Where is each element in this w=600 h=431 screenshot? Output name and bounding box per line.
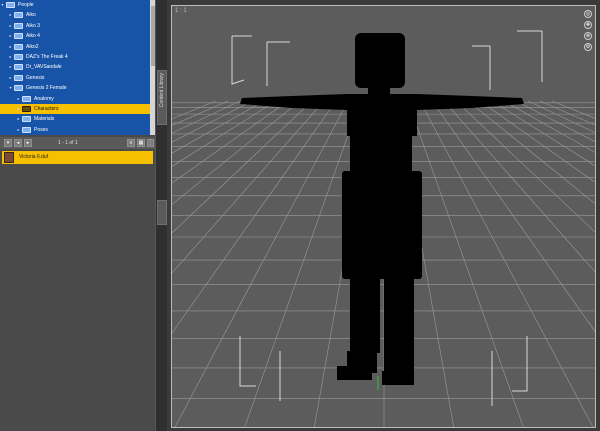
grid-view-icon[interactable]: ▦ <box>137 139 145 147</box>
viewport-scene[interactable] <box>172 6 596 428</box>
pager-bar: ▾ ◂ ▸ 1 - 1 of 1 ≡ ▦ ⋮ <box>0 137 155 149</box>
settings-icon[interactable]: ⚙ <box>584 43 592 51</box>
folder-icon <box>14 22 23 29</box>
tree-item-9[interactable]: ▸ Anatomy <box>0 94 150 104</box>
zoom-icon[interactable]: ⊕ <box>584 32 592 40</box>
tree-item-label: Aiko <box>26 12 36 19</box>
folder-icon <box>22 106 31 112</box>
folder-icon <box>14 33 23 40</box>
tree-item-4[interactable]: ▸ Aiko2 <box>0 42 150 52</box>
content-library-tree[interactable]: ▾ People ▸ Aiko ▸ Aiko 3 ▸ Aiko 4 ▸ Aiko2 ▸ DAZ's T… <box>0 0 150 135</box>
tree-item-11[interactable]: ▸ Materials <box>0 114 150 124</box>
tree-item-7[interactable]: ▸ Genesis <box>0 73 150 83</box>
tree-item-label: Materials <box>34 116 55 123</box>
tree-item-label: Anatomy <box>34 95 54 102</box>
viewport-controls: ◎ ✥ ⊕ ⚙ <box>584 10 594 60</box>
light-frame-left-bottom <box>239 336 256 387</box>
expanded-chevron-icon[interactable]: ▾ <box>8 83 13 93</box>
tree-item-label: Genesis <box>26 74 45 81</box>
back-arrow-icon[interactable]: ◂ <box>14 139 22 147</box>
file-item-name: Victoria 6.duf <box>19 154 49 160</box>
library-panel: ▾ People ▸ Aiko ▸ Aiko 3 ▸ Aiko 4 ▸ Aiko2 ▸ DAZ's T… <box>0 0 156 431</box>
tree-item-2[interactable]: ▸ Aiko 3 <box>0 21 150 31</box>
folder-icon <box>22 126 31 133</box>
tree-item-5[interactable]: ▸ DAZ's The Freak 4 <box>0 52 150 62</box>
tree-item-10[interactable]: ▸ Characters <box>0 104 150 114</box>
tree-item-3[interactable]: ▸ Aiko 4 <box>0 31 150 41</box>
folder-icon <box>14 43 23 50</box>
tree-item-label: Aiko 3 <box>26 22 40 29</box>
light-frame-left-top <box>231 36 245 85</box>
orbit-icon[interactable]: ◎ <box>584 10 592 18</box>
folder-icon <box>22 95 31 102</box>
collapsed-chevron-icon[interactable]: ▸ <box>16 104 21 114</box>
tree-item-8[interactable]: ▾ Genesis 2 Female <box>0 83 150 93</box>
pan-icon[interactable]: ✥ <box>584 21 592 29</box>
tree-item-12[interactable]: ▸ Poses <box>0 125 150 135</box>
3d-viewport[interactable]: 1 : 1 ◎ ✥ ⊕ ⚙ <box>171 5 596 428</box>
collapsed-chevron-icon[interactable]: ▸ <box>8 10 13 20</box>
tree-item-label: Characters <box>34 106 59 112</box>
tab-content-library-label: Content Library <box>159 73 165 108</box>
tab-secondary[interactable] <box>157 200 167 225</box>
tree-item-0[interactable]: ▾ People <box>0 0 150 10</box>
tree-item-label: DAZ's The Freak 4 <box>26 54 68 60</box>
menu-icon[interactable]: ⋮ <box>147 139 154 147</box>
collapsed-chevron-icon[interactable]: ▸ <box>16 125 21 135</box>
folder-icon <box>14 64 23 71</box>
collapsed-chevron-icon[interactable]: ▸ <box>16 114 21 124</box>
collapsed-chevron-icon[interactable]: ▸ <box>8 31 13 41</box>
file-item-victoria-6[interactable]: Victoria 6.duf <box>2 151 153 164</box>
collapsed-chevron-icon[interactable]: ▸ <box>8 62 13 72</box>
expanded-chevron-icon[interactable]: ▾ <box>0 0 5 10</box>
tree-item-6[interactable]: ▸ Dr_VAVSandale <box>0 62 150 72</box>
collapsed-chevron-icon[interactable]: ▸ <box>8 42 13 52</box>
folder-icon <box>14 85 23 92</box>
folder-icon <box>14 54 23 60</box>
folder-icon <box>6 2 15 8</box>
figure-thumbnail <box>4 152 14 163</box>
tab-content-library[interactable]: Content Library <box>157 70 167 125</box>
light-frame-right-bottom-cap <box>512 336 528 392</box>
figure-silhouette <box>240 33 524 385</box>
list-view-icon[interactable]: ≡ <box>127 139 135 147</box>
folder-icon <box>14 12 23 19</box>
side-tab-strip: Content Library <box>155 0 167 431</box>
tree-item-1[interactable]: ▸ Aiko <box>0 10 150 20</box>
tree-item-label: Poses <box>34 126 48 133</box>
collapsed-chevron-icon[interactable]: ▸ <box>8 52 13 62</box>
camera-label: 1 : 1 <box>175 8 187 14</box>
result-count: 1 - 1 of 1 <box>58 140 78 146</box>
tree-item-label: Genesis 2 Female <box>26 85 67 92</box>
tree-item-label: Aiko 4 <box>26 33 40 40</box>
tree-item-label: Dr_VAVSandale <box>26 64 62 71</box>
folder-icon <box>14 74 23 81</box>
collapsed-chevron-icon[interactable]: ▸ <box>8 73 13 83</box>
collapse-icon[interactable]: ▾ <box>4 139 12 147</box>
folder-icon <box>22 116 31 123</box>
tree-item-label: People <box>18 2 34 8</box>
tree-item-label: Aiko2 <box>26 43 39 50</box>
collapsed-chevron-icon[interactable]: ▸ <box>16 94 21 104</box>
forward-arrow-icon[interactable]: ▸ <box>24 139 32 147</box>
collapsed-chevron-icon[interactable]: ▸ <box>8 21 13 31</box>
